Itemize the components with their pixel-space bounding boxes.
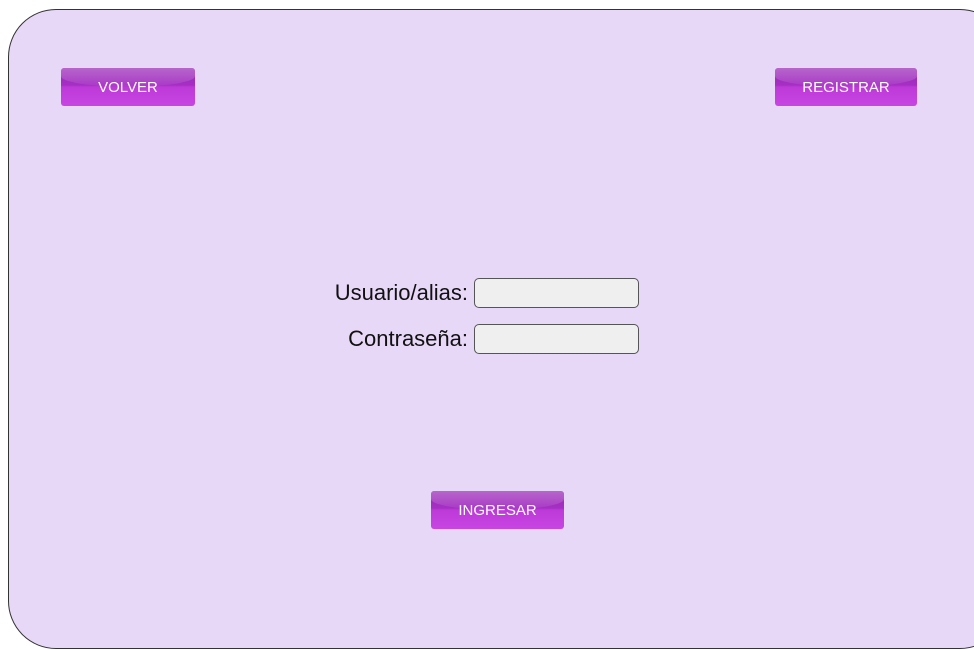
login-button-label: INGRESAR [458,501,537,519]
username-label: Usuario/alias: [334,280,468,305]
password-row: Contraseña: [0,323,974,355]
back-button[interactable]: VOLVER [61,68,195,106]
register-button-label: REGISTRAR [802,78,890,96]
username-input[interactable] [474,278,639,308]
login-button[interactable]: INGRESAR [431,491,564,529]
password-label: Contraseña: [348,326,468,351]
back-button-label: VOLVER [98,78,158,96]
username-row: Usuario/alias: [0,277,974,309]
register-button[interactable]: REGISTRAR [775,68,917,106]
password-input[interactable] [474,324,639,354]
